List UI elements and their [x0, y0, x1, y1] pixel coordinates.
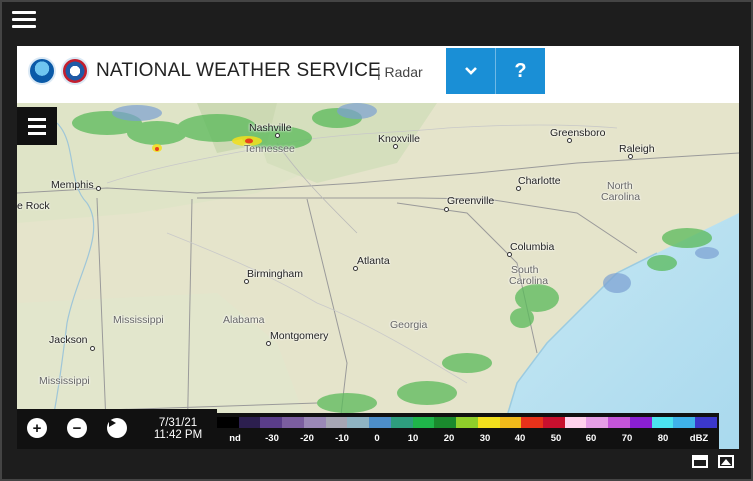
timestamp-time: 11:42 PM — [153, 429, 203, 441]
city-dot — [266, 341, 271, 346]
legend-color-swatch — [477, 417, 500, 428]
state-label-north-carolina: Carolina — [601, 191, 641, 203]
legend-label: dBZ — [689, 433, 709, 444]
legend-label: 70 — [621, 433, 633, 444]
city-label-greensboro: Greensboro — [550, 127, 606, 139]
city-dot — [628, 154, 633, 159]
city-label-knoxville: Knoxville — [378, 133, 421, 145]
timestamp-date: 7/31/21 — [158, 417, 198, 429]
city-label-memphis: Memphis — [51, 179, 94, 191]
city-dot — [90, 346, 95, 351]
legend-color-swatch — [543, 417, 565, 428]
legend-label: -20 — [300, 433, 314, 444]
dropdown-button[interactable] — [446, 48, 495, 94]
legend-label: 40 — [514, 433, 526, 444]
legend-color-swatch — [260, 417, 283, 428]
legend-color-swatch — [434, 417, 457, 428]
app-window: NATIONAL WEATHER SERVICE | Radar ? Nashv… — [0, 0, 753, 481]
legend-color-swatch — [325, 417, 348, 428]
legend-label: 60 — [585, 433, 597, 444]
city-label-nashville: Nashville — [249, 122, 292, 134]
city-dot — [444, 207, 449, 212]
legend-color-swatch — [499, 417, 522, 428]
legend-label: nd — [229, 433, 241, 444]
legend-color-swatch — [347, 417, 370, 428]
city-dot — [275, 133, 280, 138]
radar-map[interactable]: Nashville Knoxville Greensboro Raleigh M… — [17, 103, 739, 449]
city-dot — [244, 279, 249, 284]
state-label-mississippi-2: Mississippi — [39, 375, 90, 387]
legend-label: -30 — [265, 433, 279, 444]
city-dot — [393, 144, 398, 149]
legend-color-swatch — [629, 417, 652, 428]
image-icon[interactable] — [718, 455, 734, 468]
legend-color-swatch — [695, 417, 717, 428]
play-icon — [109, 419, 116, 427]
help-button[interactable]: ? — [496, 48, 545, 94]
city-label-atlanta: Atlanta — [357, 255, 390, 267]
legend-color-swatch — [369, 417, 391, 428]
city-label-greenville: Greenville — [447, 195, 495, 207]
legend-label: 0 — [374, 433, 380, 444]
state-label-tennessee: Tennessee — [244, 143, 295, 155]
legend-label: 20 — [443, 433, 455, 444]
page-title: NATIONAL WEATHER SERVICE — [96, 60, 381, 81]
legend-color-bar — [217, 417, 717, 428]
city-dot — [507, 252, 512, 257]
city-label-birmingham: Birmingham — [247, 268, 304, 280]
legend-label: 50 — [550, 433, 562, 444]
city-label-jackson: Jackson — [49, 334, 88, 346]
legend-color-swatch — [238, 417, 261, 428]
legend-color-swatch — [651, 417, 674, 428]
legend-color-swatch — [303, 417, 326, 428]
city-label-raleigh: Raleigh — [619, 143, 655, 155]
legend-color-swatch — [456, 417, 478, 428]
chevron-down-icon — [464, 67, 477, 75]
legend-color-swatch — [217, 417, 239, 428]
reflectivity-legend: nd -30 -20 -10 0 10 20 30 40 50 60 70 80 dBZ — [217, 413, 719, 449]
city-dot — [567, 138, 572, 143]
city-label-charlotte: Charlotte — [518, 175, 561, 187]
legend-color-swatch — [673, 417, 696, 428]
legend-color-swatch — [586, 417, 609, 428]
map-layers-menu-icon[interactable] — [17, 107, 57, 145]
city-dot — [353, 266, 358, 271]
city-label-montgomery: Montgomery — [270, 330, 329, 342]
zoom-in-button[interactable]: + — [27, 418, 47, 438]
legend-label: 80 — [657, 433, 669, 444]
legend-color-swatch — [412, 417, 435, 428]
legend-labels: nd -30 -20 -10 0 10 20 30 40 50 60 70 80 dBZ — [217, 433, 717, 447]
state-label-south-carolina: Carolina — [509, 275, 549, 287]
window-icon[interactable] — [692, 455, 708, 468]
legend-color-swatch — [390, 417, 413, 428]
play-button[interactable] — [107, 418, 127, 438]
city-label-columbia: Columbia — [510, 241, 555, 253]
main-menu-icon[interactable] — [12, 11, 36, 31]
city-label-little-rock: e Rock — [17, 200, 50, 212]
header: NATIONAL WEATHER SERVICE | Radar ? — [17, 46, 739, 103]
legend-label: 30 — [479, 433, 491, 444]
state-label-alabama: Alabama — [223, 314, 265, 326]
legend-color-swatch — [564, 417, 587, 428]
zoom-out-button[interactable]: − — [67, 418, 87, 438]
legend-color-swatch — [521, 417, 544, 428]
legend-color-swatch — [282, 417, 304, 428]
state-label-georgia: Georgia — [390, 319, 428, 331]
radar-panel: NATIONAL WEATHER SERVICE | Radar ? Nashv… — [17, 46, 739, 449]
legend-color-swatch — [608, 417, 630, 428]
state-label-mississippi: Mississippi — [113, 314, 164, 326]
city-dot — [96, 186, 101, 191]
page-subtitle: | Radar — [377, 64, 423, 80]
legend-label: -10 — [335, 433, 349, 444]
animation-controls: + − 7/31/21 11:42 PM — [17, 409, 217, 449]
city-dot — [516, 186, 521, 191]
timestamp: 7/31/21 11:42 PM — [145, 417, 211, 441]
noaa-logo — [28, 57, 56, 85]
nws-logo — [61, 57, 89, 85]
legend-label: 10 — [407, 433, 419, 444]
